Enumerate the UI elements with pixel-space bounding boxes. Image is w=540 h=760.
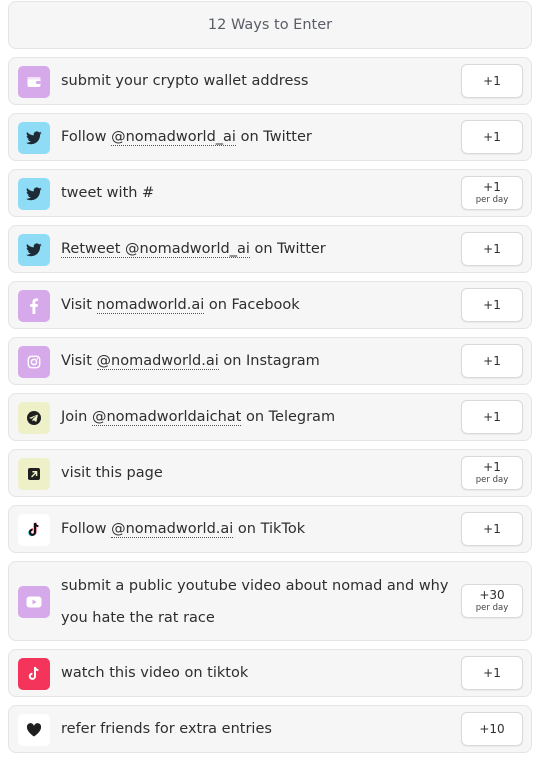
entry-points-badge: +1 bbox=[461, 232, 523, 266]
points-value: +1 bbox=[483, 179, 501, 194]
entry-visit-instagram[interactable]: Visit @nomadworld.ai on Instagram +1 bbox=[8, 337, 532, 385]
entry-points-badge: +1 per day bbox=[461, 456, 523, 490]
points-value: +1 bbox=[483, 353, 501, 368]
points-frequency: per day bbox=[475, 602, 509, 613]
wallet-icon bbox=[18, 66, 50, 98]
entry-points-badge: +1 bbox=[461, 400, 523, 434]
points-value: +1 bbox=[483, 521, 501, 536]
points-value: +1 bbox=[483, 241, 501, 256]
twitter-icon bbox=[18, 234, 50, 266]
points-value: +10 bbox=[479, 721, 505, 736]
entry-label: Follow @nomadworld.ai on TikTok bbox=[61, 521, 306, 538]
entry-points-badge: +1 bbox=[461, 64, 523, 98]
entry-label: Follow @nomadworld_ai on Twitter bbox=[61, 129, 312, 146]
entry-label: submit a public youtube video about noma… bbox=[61, 578, 449, 626]
points-value: +1 bbox=[483, 73, 501, 88]
entry-points-badge: +1 bbox=[461, 344, 523, 378]
entry-label: Join @nomadworldaichat on Telegram bbox=[61, 409, 336, 426]
entry-refer-friends[interactable]: refer friends for extra entries +10 bbox=[8, 705, 532, 753]
points-value: +1 bbox=[483, 459, 501, 474]
entry-label: Retweet @nomadworld_ai on Twitter bbox=[61, 241, 326, 258]
points-frequency: per day bbox=[475, 474, 509, 485]
twitter-icon bbox=[18, 122, 50, 154]
entry-points-badge: +1 bbox=[461, 656, 523, 690]
entry-points-badge: +30 per day bbox=[461, 584, 523, 618]
entry-label: Visit @nomadworld.ai on Instagram bbox=[61, 353, 320, 370]
retweet-link[interactable]: Retweet @nomadworld_ai bbox=[61, 241, 250, 258]
entry-follow-tiktok[interactable]: Follow @nomadworld.ai on TikTok +1 bbox=[8, 505, 532, 553]
entry-label: submit your crypto wallet address bbox=[61, 73, 309, 89]
entry-label: refer friends for extra entries bbox=[61, 721, 272, 737]
entry-join-telegram[interactable]: Join @nomadworldaichat on Telegram +1 bbox=[8, 393, 532, 441]
facebook-icon bbox=[18, 290, 50, 322]
points-frequency: per day bbox=[475, 194, 509, 205]
telegram-icon bbox=[18, 402, 50, 434]
external-link-icon bbox=[18, 458, 50, 490]
tiktok-handle-link[interactable]: @nomadworld.ai bbox=[111, 521, 234, 538]
entry-retweet[interactable]: Retweet @nomadworld_ai on Twitter +1 bbox=[8, 225, 532, 273]
entry-label: watch this video on tiktok bbox=[61, 665, 249, 681]
entry-tweet[interactable]: tweet with # +1 per day bbox=[8, 169, 532, 217]
entry-points-badge: +10 bbox=[461, 712, 523, 746]
entry-visit-facebook[interactable]: Visit nomadworld.ai on Facebook +1 bbox=[8, 281, 532, 329]
entry-watch-tiktok[interactable]: watch this video on tiktok +1 bbox=[8, 649, 532, 697]
entry-methods-header: 12 Ways to Enter bbox=[8, 1, 532, 49]
entry-label: visit this page bbox=[61, 465, 163, 481]
entry-follow-twitter[interactable]: Follow @nomadworld_ai on Twitter +1 bbox=[8, 113, 532, 161]
telegram-handle-link[interactable]: @nomadworldaichat bbox=[91, 409, 242, 426]
twitter-icon bbox=[18, 178, 50, 210]
entry-crypto-wallet[interactable]: submit your crypto wallet address +1 bbox=[8, 57, 532, 105]
points-value: +1 bbox=[483, 665, 501, 680]
entry-points-badge: +1 bbox=[461, 288, 523, 322]
entry-visit-page[interactable]: visit this page +1 per day bbox=[8, 449, 532, 497]
youtube-icon bbox=[18, 586, 50, 618]
instagram-icon bbox=[18, 346, 50, 378]
entry-points-badge: +1 bbox=[461, 120, 523, 154]
entry-methods-title: 12 Ways to Enter bbox=[207, 17, 333, 33]
entry-points-badge: +1 per day bbox=[461, 176, 523, 210]
heart-icon bbox=[18, 714, 50, 746]
facebook-link[interactable]: nomadworld.ai bbox=[96, 297, 205, 314]
instagram-handle-link[interactable]: @nomadworld.ai bbox=[96, 353, 219, 370]
points-value: +1 bbox=[483, 297, 501, 312]
points-value: +1 bbox=[483, 409, 501, 424]
tiktok-icon bbox=[18, 514, 50, 546]
entry-label: tweet with # bbox=[61, 185, 155, 201]
entry-youtube-video[interactable]: submit a public youtube video about noma… bbox=[8, 561, 532, 641]
twitter-handle-link[interactable]: @nomadworld_ai bbox=[111, 129, 236, 146]
entry-label: Visit nomadworld.ai on Facebook bbox=[61, 297, 300, 314]
points-value: +30 bbox=[479, 587, 505, 602]
tiktok-icon bbox=[18, 658, 50, 690]
points-value: +1 bbox=[483, 129, 501, 144]
entry-points-badge: +1 bbox=[461, 512, 523, 546]
